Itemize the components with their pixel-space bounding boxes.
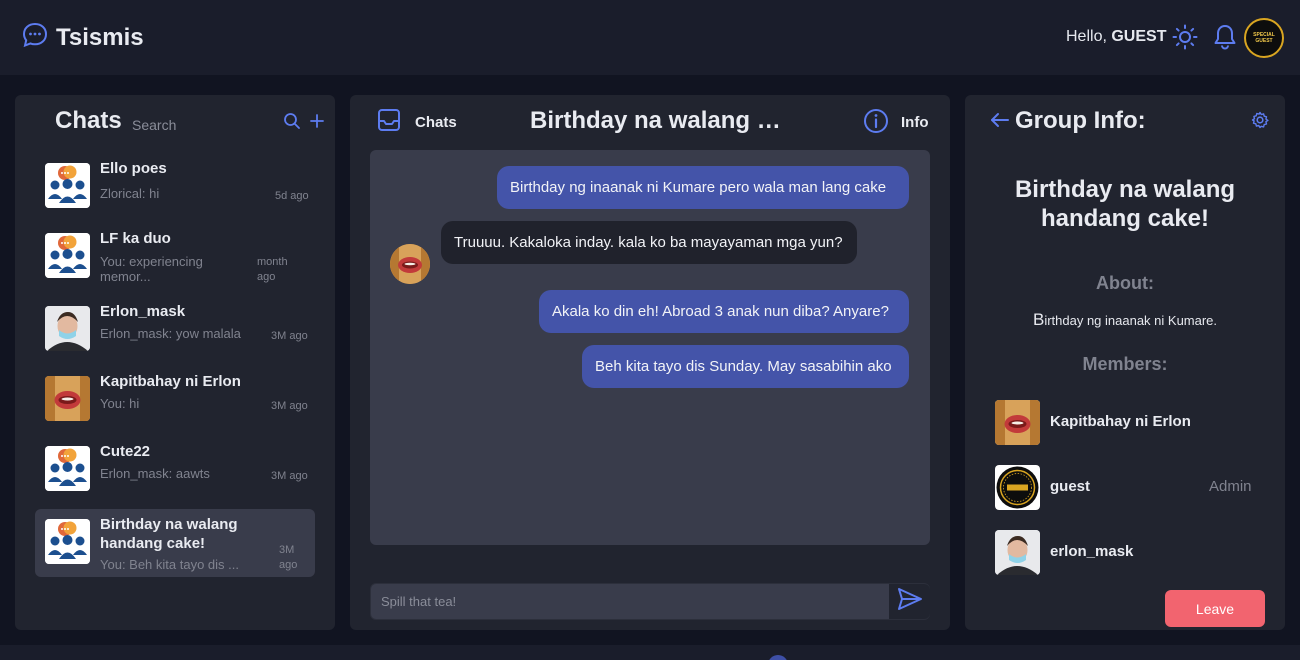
chat-list-item[interactable]: LF ka duo You: experiencing memor... mon…: [35, 223, 315, 291]
chat-list-item[interactable]: Cute22 Erlon_mask: aawts 3M ago: [35, 436, 315, 504]
lips-avatar-icon: [45, 376, 90, 421]
group-info-title: Group Info:: [1015, 107, 1146, 134]
send-icon: [897, 587, 923, 616]
search-icon[interactable]: [282, 111, 302, 131]
about-heading: About:: [1096, 273, 1154, 293]
chat-list-item-active[interactable]: Birthday na walang handang cake! You: Be…: [35, 509, 315, 577]
new-chat-plus-icon[interactable]: [307, 111, 327, 131]
back-arrow-icon[interactable]: [989, 110, 1011, 130]
chat-time: 5d ago: [275, 190, 309, 202]
group-avatar-icon: [45, 446, 90, 491]
message-area: Birthday ng inaanak ni Kumare pero wala …: [370, 150, 930, 545]
chat-list-item[interactable]: Kapitbahay ni Erlon You: hi 3M ago: [35, 366, 315, 434]
message-outgoing: Akala ko din eh! Abroad 3 anak nun diba?…: [539, 290, 909, 333]
leave-group-button[interactable]: Leave: [1165, 590, 1265, 627]
group-info-panel: Group Info: Birthday na walang handang c…: [965, 95, 1285, 630]
member-item[interactable]: guest Admin: [995, 465, 1265, 510]
chat-preview: Zlorical: hi: [100, 186, 160, 201]
special-guest-badge-icon: [995, 465, 1040, 510]
chat-list-item[interactable]: Erlon_mask Erlon_mask: yow malala 3M ago: [35, 296, 315, 364]
greeting-text: Hello,: [1066, 28, 1107, 45]
info-icon[interactable]: [862, 107, 889, 134]
message-outgoing: Beh kita tayo dis Sunday. May sasabihin …: [582, 345, 909, 388]
chat-name: Erlon_mask: [100, 303, 186, 320]
chat-time: month ago: [257, 256, 288, 283]
message-composer: [370, 583, 930, 620]
info-label[interactable]: Info: [901, 114, 929, 131]
scroll-indicator: [768, 655, 788, 660]
chat-name: Cute22: [100, 443, 151, 460]
chat-list-item[interactable]: Ello poes Zlorical: hi 5d ago: [35, 153, 315, 221]
user-avatar[interactable]: SPECIAL GUEST: [1244, 18, 1284, 58]
chats-title: Chats: [55, 107, 122, 134]
avatar-badge-text: SPECIAL GUEST: [1253, 32, 1275, 44]
chat-time: 3M ago: [271, 470, 308, 482]
chat-name: LF ka duo: [100, 230, 171, 247]
chat-preview: You: hi: [100, 396, 140, 411]
member-name: erlon_mask: [1050, 543, 1134, 560]
group-avatar-icon: [45, 519, 90, 564]
members-heading: Members:: [1082, 354, 1168, 374]
chat-name: Kapitbahay ni Erlon: [100, 373, 241, 390]
search-input[interactable]: [132, 115, 272, 135]
member-name: guest: [1050, 478, 1091, 495]
theme-toggle-sun-icon[interactable]: [1172, 24, 1198, 50]
badge-line-2: GUEST: [1255, 38, 1273, 44]
chat-bubble-icon: [22, 22, 48, 53]
lips-avatar-icon: [390, 244, 430, 284]
username: GUEST: [1111, 28, 1167, 45]
chat-name: Ello poes: [100, 160, 167, 177]
settings-gear-icon[interactable]: [1250, 110, 1270, 130]
brand[interactable]: Tsismis: [22, 22, 144, 53]
group-avatar-icon: [45, 233, 90, 278]
man-avatar-icon: [45, 306, 90, 351]
group-name: Birthday na walang handang cake!: [1014, 176, 1236, 232]
top-bar: Tsismis Hello, GUEST SPECIAL GUEST: [0, 0, 1300, 75]
inbox-icon[interactable]: [376, 107, 402, 133]
member-item[interactable]: Kapitbahay ni Erlon: [995, 400, 1265, 445]
send-button[interactable]: [889, 584, 930, 619]
member-name: Kapitbahay ni Erlon: [1050, 413, 1191, 430]
chat-time: 3M ago: [271, 400, 308, 412]
lips-avatar-icon: [995, 400, 1040, 445]
bottom-bar: [0, 645, 1300, 660]
chat-preview: Erlon_mask: yow malala: [100, 326, 241, 341]
app-title: Tsismis: [56, 23, 144, 51]
chat-preview: Erlon_mask: aawts: [100, 466, 210, 481]
chat-preview: You: Beh kita tayo dis ...: [100, 557, 239, 572]
notification-bell-icon[interactable]: [1212, 24, 1238, 50]
member-item[interactable]: erlon_mask: [995, 530, 1265, 575]
conversation-title: Birthday na walang ha...: [530, 107, 790, 134]
back-to-chats-label[interactable]: Chats: [415, 114, 457, 131]
group-about: Birthday ng inaanak ni Kumare.: [1032, 310, 1218, 329]
member-role-badge: Admin: [1209, 478, 1252, 495]
chat-name: Birthday na walang handang cake!: [100, 516, 238, 552]
chats-panel: Chats Ello poes Zlorical: hi 5d ago LF k…: [15, 95, 335, 630]
chat-time: 3M ago: [271, 330, 308, 342]
message-input[interactable]: [371, 584, 889, 619]
message-outgoing: Birthday ng inaanak ni Kumare pero wala …: [497, 166, 909, 209]
conversation-panel: Chats Birthday na walang ha... Info Birt…: [350, 95, 950, 630]
greeting: Hello, GUEST: [1066, 28, 1166, 46]
message-incoming: Truuuu. Kakaloka inday. kala ko ba mayay…: [441, 221, 857, 264]
chat-time: 3M ago: [279, 544, 298, 571]
chat-preview: You: experiencing memor...: [100, 254, 203, 284]
man-avatar-icon: [995, 530, 1040, 575]
group-avatar-icon: [45, 163, 90, 208]
